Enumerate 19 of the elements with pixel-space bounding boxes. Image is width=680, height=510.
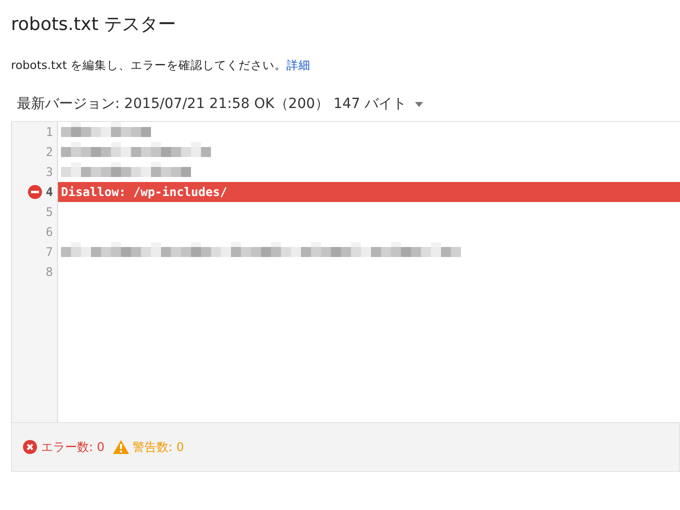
line-number: 2 — [46, 145, 53, 159]
code-editor[interactable]: 1 2 3 4 Disallow: /wp-includes/ 5 6 7 8 — [11, 121, 680, 422]
details-link[interactable]: 詳細 — [286, 58, 310, 72]
line-number: 5 — [46, 205, 53, 219]
line-number: 6 — [46, 225, 53, 239]
error-icon — [23, 440, 37, 454]
description-text: robots.txt を編集し、エラーを確認してください。 — [11, 58, 286, 72]
line-number: 7 — [46, 245, 53, 259]
warning-count: 警告数: 0 — [132, 438, 184, 456]
line-number: 4 — [46, 185, 53, 199]
warning-icon — [112, 440, 128, 454]
line-number: 3 — [46, 165, 53, 179]
line-number: 1 — [46, 125, 53, 139]
caret-icon — [414, 102, 423, 106]
page-title: robots.txt テスター — [11, 13, 178, 36]
version-dropdown[interactable]: 最新バージョン: 2015/07/21 21:58 OK（200） 147 バイト — [17, 93, 423, 115]
code-text: Disallow: /wp-includes/ — [61, 185, 228, 199]
line-number: 8 — [46, 265, 53, 279]
error-count: エラー数: 0 — [41, 438, 104, 456]
